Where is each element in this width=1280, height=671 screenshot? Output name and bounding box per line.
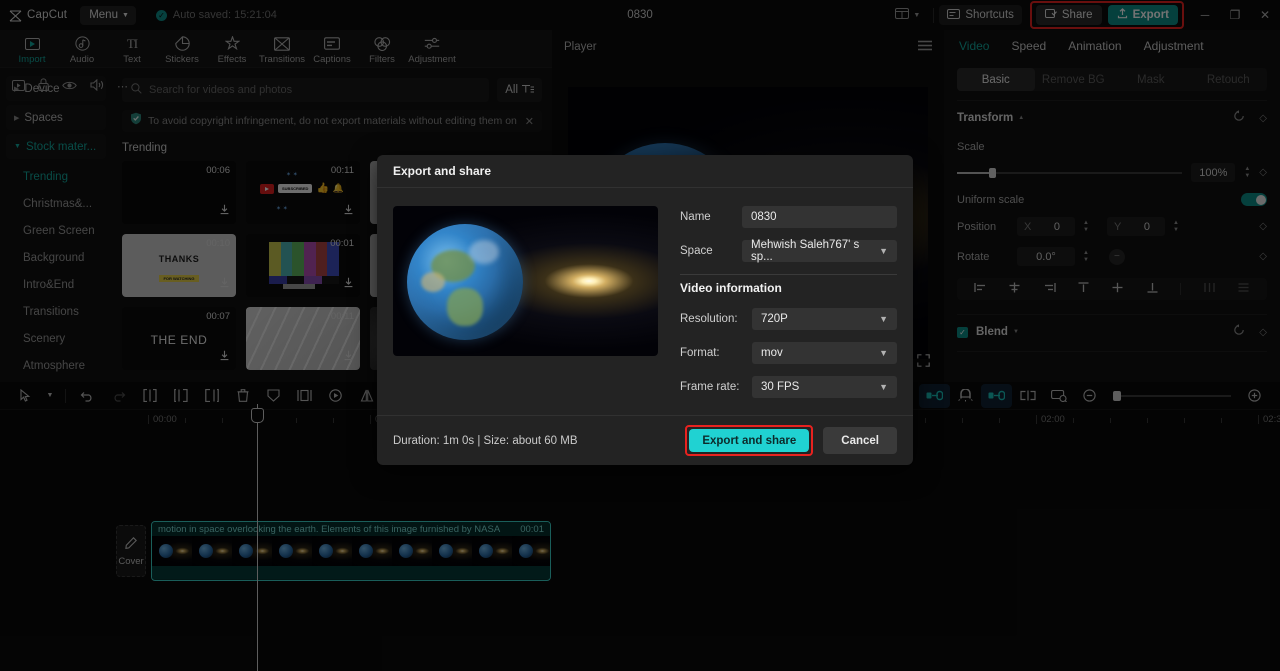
duration-size-info: Duration: 1m 0s | Size: about 60 MB — [393, 434, 578, 447]
chevron-down-icon: ▼ — [879, 382, 888, 392]
dialog-title: Export and share — [393, 164, 492, 178]
earth-graphic — [407, 224, 523, 340]
resolution-row: Resolution: 720P ▼ — [680, 308, 897, 330]
export-button-highlight: Export and share — [685, 425, 814, 456]
name-value: 0830 — [751, 211, 777, 223]
resolution-label: Resolution: — [680, 313, 738, 325]
space-row: Space Mehwish Saleh767' s sp... ▼ — [680, 239, 897, 263]
export-and-share-dialog: Export and share Name 0830 Space Mehwish… — [377, 155, 913, 465]
framerate-select[interactable]: 30 FPS ▼ — [752, 376, 897, 398]
format-row: Format: mov ▼ — [680, 342, 897, 364]
space-select[interactable]: Mehwish Saleh767' s sp... ▼ — [742, 239, 897, 263]
framerate-value: 30 FPS — [761, 381, 800, 393]
dialog-body: Name 0830 Space Mehwish Saleh767' s sp..… — [377, 188, 913, 410]
dialog-header: Export and share — [377, 155, 913, 188]
framerate-label: Frame rate: — [680, 381, 740, 393]
resolution-select[interactable]: 720P ▼ — [752, 308, 897, 330]
name-label: Name — [680, 211, 711, 223]
export-and-share-button[interactable]: Export and share — [689, 429, 810, 452]
format-label: Format: — [680, 347, 720, 359]
format-value: mov — [761, 347, 783, 359]
resolution-value: 720P — [761, 313, 788, 325]
chevron-down-icon: ▼ — [879, 314, 888, 324]
space-value: Mehwish Saleh767' s sp... — [751, 239, 860, 263]
dialog-fields: Name 0830 Space Mehwish Saleh767' s sp..… — [680, 206, 897, 410]
name-row: Name 0830 — [680, 206, 897, 228]
divider — [680, 274, 897, 275]
export-preview-thumbnail — [393, 206, 658, 356]
space-label: Space — [680, 245, 713, 257]
chevron-down-icon: ▼ — [879, 246, 888, 256]
capcut-window: CapCut Menu ▼ ✓ Auto saved: 15:21:04 083… — [0, 0, 1280, 671]
video-information-title: Video information — [680, 281, 782, 295]
dialog-actions: Export and share Cancel — [685, 425, 897, 456]
name-input[interactable]: 0830 — [742, 206, 897, 228]
cancel-button[interactable]: Cancel — [823, 427, 897, 454]
chevron-down-icon: ▼ — [879, 348, 888, 358]
format-select[interactable]: mov ▼ — [752, 342, 897, 364]
dialog-footer: Duration: 1m 0s | Size: about 60 MB Expo… — [377, 415, 913, 465]
framerate-row: Frame rate: 30 FPS ▼ — [680, 376, 897, 398]
